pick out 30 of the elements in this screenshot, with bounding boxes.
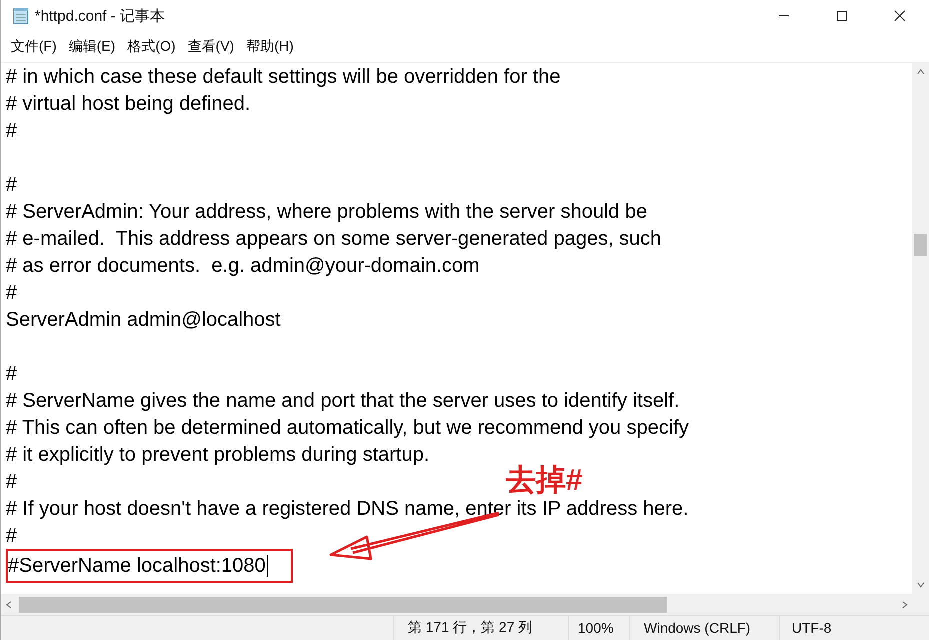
code-line: # virtual host being defined.: [6, 92, 251, 117]
code-line: #: [6, 470, 18, 495]
code-line: #: [6, 281, 18, 306]
menu-item[interactable]: 编辑(E): [62, 38, 122, 56]
code-line: #: [6, 173, 18, 198]
annotation-label: 去掉#: [506, 463, 583, 499]
status-text: UTF-8: [779, 616, 919, 640]
code-line: #ServerName localhost:1080: [8, 551, 291, 581]
code-line: # e-mailed. This address appears on some server-generated pages, such: [6, 227, 662, 252]
menu-item[interactable]: 文件(F): [5, 38, 63, 56]
menu-item[interactable]: 查看(V): [182, 38, 240, 56]
status-text: 第 171 行，第 27 列: [393, 616, 568, 640]
notepad-icon: [13, 7, 29, 25]
scrollbar-thumb[interactable]: [914, 234, 927, 256]
code-line: # as error documents. e.g. admin@your-domain.com: [6, 254, 480, 279]
code-line: #: [6, 524, 18, 549]
scrollbar-thumb[interactable]: [19, 597, 667, 613]
code-line: #: [6, 119, 18, 144]
code-line: # This can often be determined automatically, but we recommend you specify: [6, 416, 689, 441]
menu-item[interactable]: 帮助(H): [240, 38, 300, 56]
code-line: ServerAdmin admin@localhost: [6, 308, 281, 333]
window-title: *httpd.conf - 记事本: [35, 6, 166, 26]
code-line: # ServerAdmin: Your address, where problems with the server should be: [6, 200, 648, 225]
code-line: # it explicitly to prevent problems during startup.: [6, 443, 430, 468]
code-line: # in which case these default settings will be overridden for the: [6, 65, 561, 90]
status-text: 100%: [568, 616, 629, 640]
menu-item[interactable]: 格式(O): [122, 38, 182, 56]
status-text: Windows (CRLF): [629, 616, 779, 640]
code-line: #: [6, 362, 18, 387]
code-line: # ServerName gives the name and port that the server uses to identify itself.: [6, 389, 680, 414]
